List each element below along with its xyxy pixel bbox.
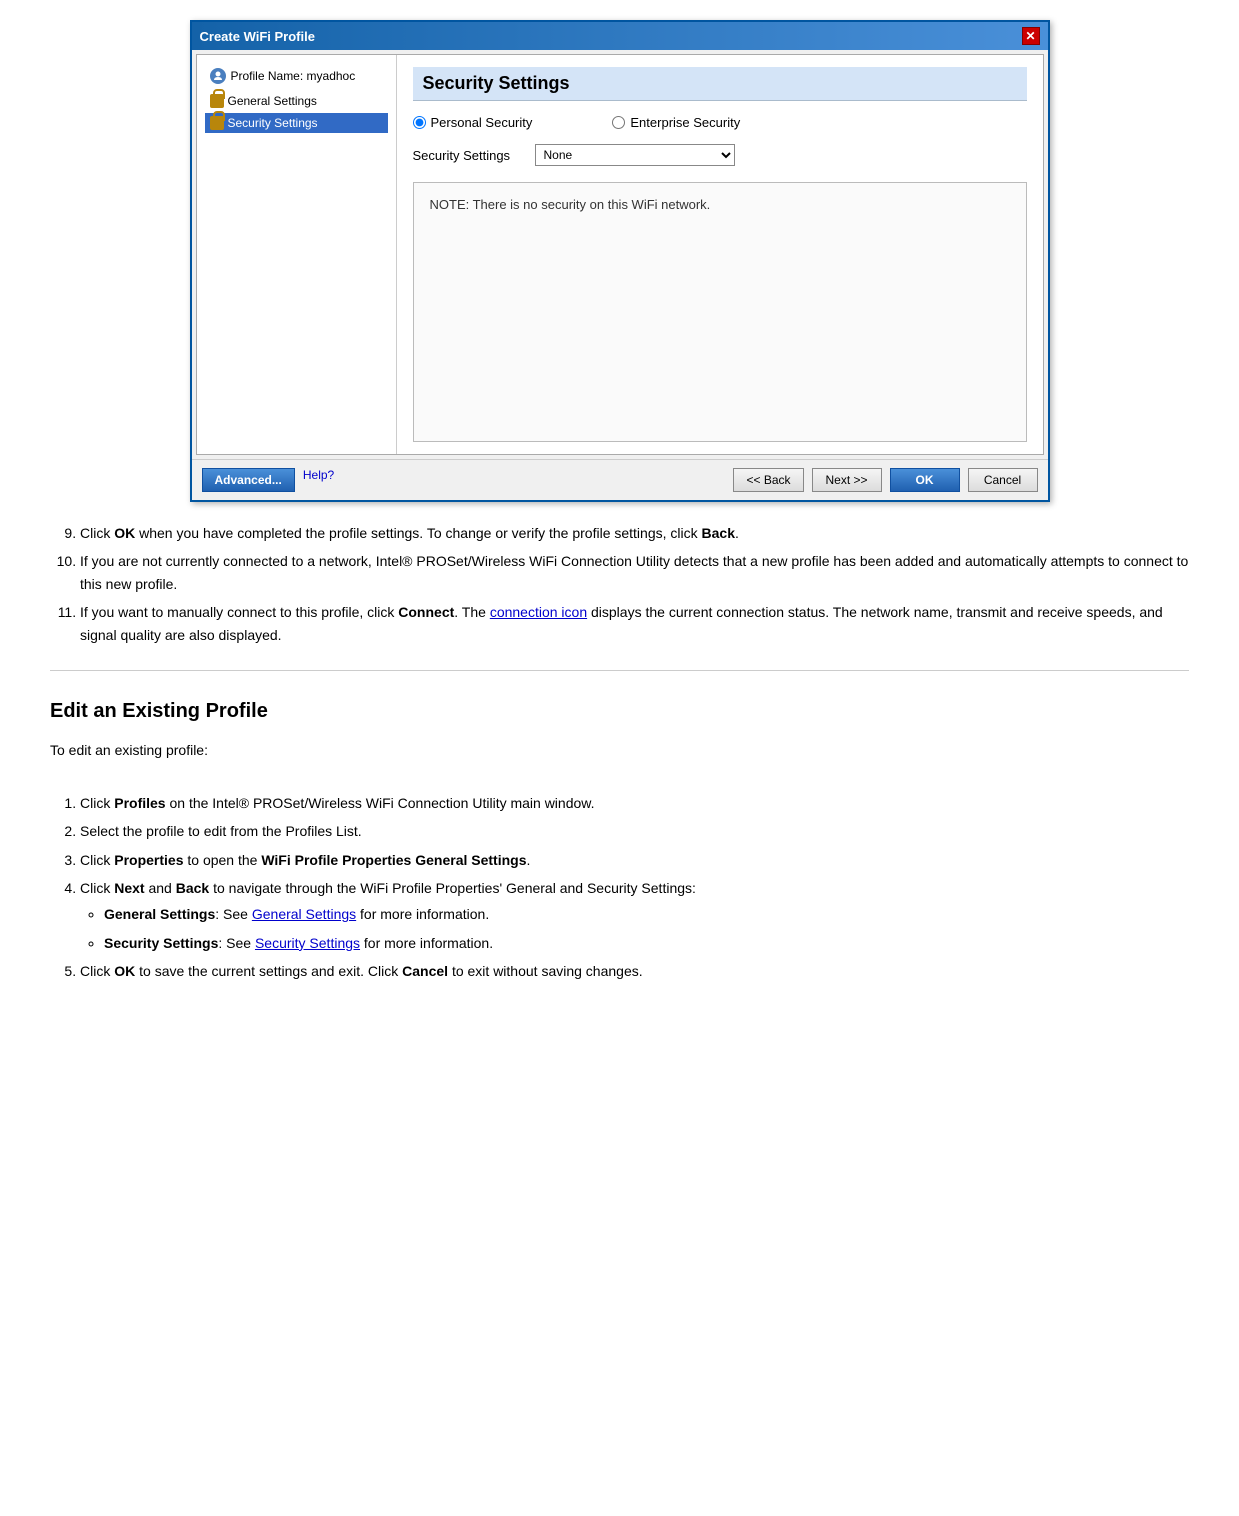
lock-icon-security [210, 116, 224, 130]
footer-left: Advanced... Help? [202, 468, 726, 492]
sidebar-item-security[interactable]: Security Settings [205, 113, 388, 133]
security-settings-field-label: Security Settings [413, 148, 523, 163]
general-settings-label: General Settings [228, 94, 317, 108]
step-9: Click OK when you have completed the pro… [80, 522, 1189, 544]
lock-icon-general [210, 94, 224, 108]
next-button[interactable]: Next >> [812, 468, 882, 492]
create-wifi-dialog: Create WiFi Profile ✕ Profile Name: myad… [190, 20, 1050, 502]
sidebar-item-general[interactable]: General Settings [205, 91, 388, 111]
edit-step4-next-bold: Next [114, 880, 144, 896]
dialog-title: Create WiFi Profile [200, 29, 315, 44]
section-divider [50, 670, 1189, 671]
edit-step4-back-bold: Back [176, 880, 209, 896]
panel-title: Security Settings [413, 67, 1027, 101]
profile-name-label: Profile Name: myadhoc [231, 69, 356, 83]
dialog-footer: Advanced... Help? << Back Next >> OK Can… [192, 459, 1048, 500]
help-link[interactable]: Help? [303, 468, 334, 492]
edit-step-3: Click Properties to open the WiFi Profil… [80, 849, 1189, 871]
dialog-body: Profile Name: myadhoc General Settings S… [196, 54, 1044, 455]
edit-step1-profiles-bold: Profiles [114, 795, 165, 811]
instructions-section: Click OK when you have completed the pro… [20, 522, 1219, 982]
edit-step3-properties-bold: Properties [114, 852, 183, 868]
personal-security-label: Personal Security [431, 115, 533, 130]
left-panel: Profile Name: myadhoc General Settings S… [197, 55, 397, 454]
step9-back-bold: Back [702, 525, 735, 541]
general-settings-link[interactable]: General Settings [252, 906, 356, 922]
connection-icon-link[interactable]: connection icon [490, 604, 587, 620]
edit-step4-general-sub: General Settings: See General Settings f… [104, 903, 1189, 925]
edit-step5-cancel-bold: Cancel [402, 963, 448, 979]
personal-security-radio[interactable] [413, 116, 426, 129]
dialog-wrapper: Create WiFi Profile ✕ Profile Name: myad… [20, 20, 1219, 502]
step11-connect-bold: Connect [398, 604, 454, 620]
enterprise-security-radio[interactable] [612, 116, 625, 129]
step-10: If you are not currently connected to a … [80, 550, 1189, 595]
profile-name-item: Profile Name: myadhoc [205, 65, 388, 87]
enterprise-security-label: Enterprise Security [630, 115, 740, 130]
edit-steps-list: Click Profiles on the Intel® PROSet/Wire… [50, 792, 1189, 983]
enterprise-security-option[interactable]: Enterprise Security [612, 115, 740, 130]
cancel-button[interactable]: Cancel [968, 468, 1038, 492]
personal-security-option[interactable]: Personal Security [413, 115, 533, 130]
radio-row: Personal Security Enterprise Security [413, 115, 1027, 130]
edit-step-2: Select the profile to edit from the Prof… [80, 820, 1189, 842]
edit-step4-security-sub: Security Settings: See Security Settings… [104, 932, 1189, 954]
note-box: NOTE: There is no security on this WiFi … [413, 182, 1027, 442]
dialog-titlebar: Create WiFi Profile ✕ [192, 22, 1048, 50]
back-button[interactable]: << Back [733, 468, 803, 492]
profile-icon [210, 68, 226, 84]
security-settings-label: Security Settings [228, 116, 318, 130]
security-settings-select[interactable]: None WEP WPA Personal WPA2 Personal [535, 144, 735, 166]
step9-ok-bold: OK [114, 525, 135, 541]
edit-step4-sublist: General Settings: See General Settings f… [80, 903, 1189, 954]
edit-step-4: Click Next and Back to navigate through … [80, 877, 1189, 954]
ok-button[interactable]: OK [890, 468, 960, 492]
general-settings-sub-bold: General Settings [104, 906, 215, 922]
edit-section-heading: Edit an Existing Profile [50, 695, 1189, 727]
edit-step-5: Click OK to save the current settings an… [80, 960, 1189, 982]
settings-row: Security Settings None WEP WPA Personal … [413, 144, 1027, 166]
edit-step-1: Click Profiles on the Intel® PROSet/Wire… [80, 792, 1189, 814]
security-settings-link[interactable]: Security Settings [255, 935, 360, 951]
edit-step3-general-bold: WiFi Profile Properties General Settings [261, 852, 526, 868]
right-panel: Security Settings Personal Security Ente… [397, 55, 1043, 454]
step-11: If you want to manually connect to this … [80, 601, 1189, 646]
edit-step5-ok-bold: OK [114, 963, 135, 979]
note-text: NOTE: There is no security on this WiFi … [430, 197, 711, 212]
step10-text: If you are not currently connected to a … [80, 553, 1188, 591]
advanced-button[interactable]: Advanced... [202, 468, 295, 492]
close-button[interactable]: ✕ [1022, 27, 1040, 45]
edit-intro: To edit an existing profile: [50, 739, 1189, 761]
footer-right: << Back Next >> OK Cancel [733, 468, 1037, 492]
instruction-list: Click OK when you have completed the pro… [50, 522, 1189, 646]
security-settings-sub-bold: Security Settings [104, 935, 218, 951]
